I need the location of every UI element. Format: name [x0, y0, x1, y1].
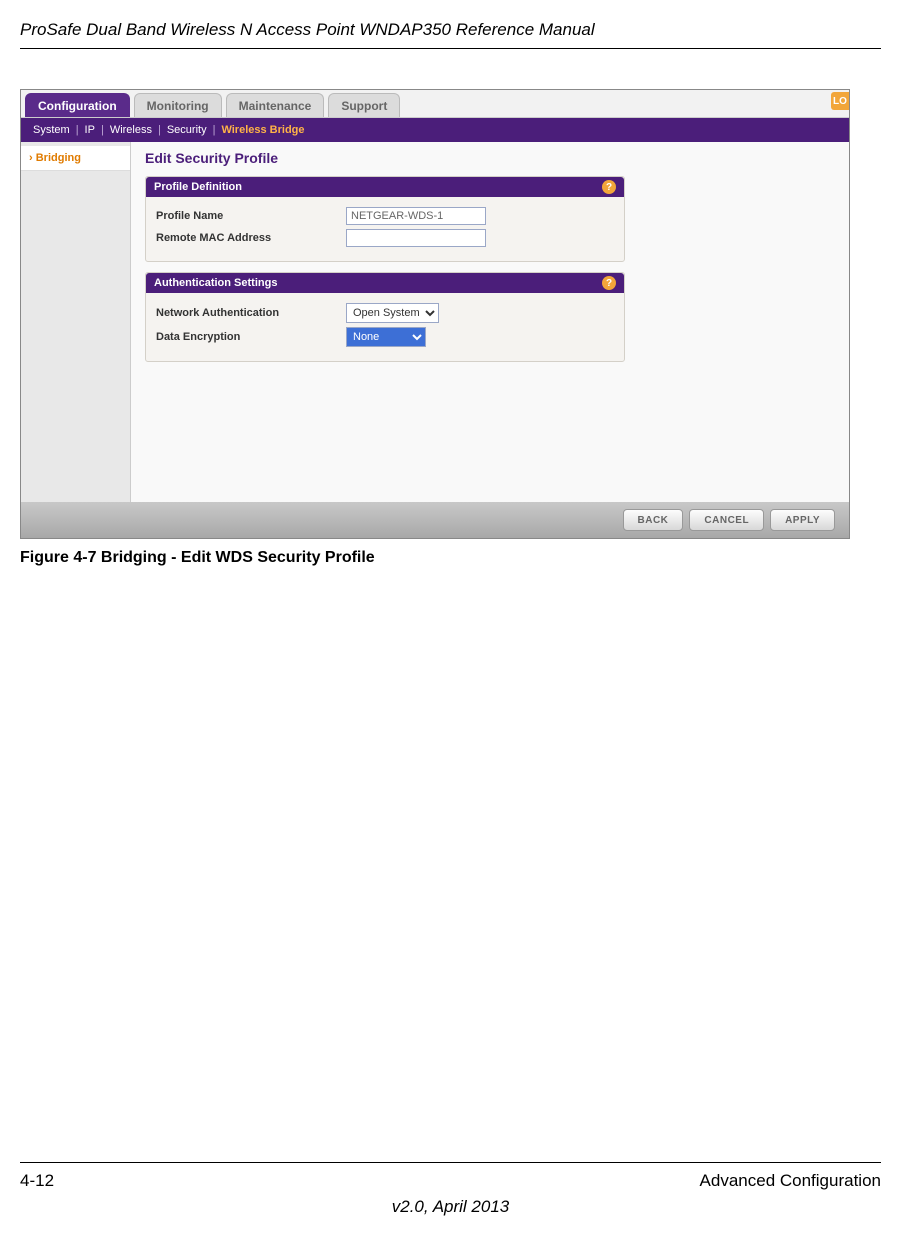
logout-badge[interactable]: LO [831, 92, 849, 110]
section-title: Profile Definition [154, 181, 242, 193]
section-body: Profile Name Remote MAC Address [146, 197, 624, 261]
input-remote-mac[interactable] [346, 229, 486, 247]
tab-support[interactable]: Support [328, 93, 400, 117]
input-profile-name[interactable] [346, 207, 486, 225]
separator: | [211, 124, 218, 136]
help-icon[interactable]: ? [602, 276, 616, 290]
help-icon[interactable]: ? [602, 180, 616, 194]
subnav-wireless[interactable]: Wireless [106, 124, 156, 136]
cancel-button[interactable]: CANCEL [689, 509, 764, 531]
section-body: Network Authentication Open System Data … [146, 293, 624, 361]
row-network-auth: Network Authentication Open System [156, 303, 614, 323]
content-row: › Bridging Edit Security Profile Profile… [21, 142, 849, 502]
panel-title: Edit Security Profile [145, 150, 835, 166]
sidebar-item-bridging[interactable]: › Bridging [21, 146, 130, 171]
label-data-encryption: Data Encryption [156, 331, 346, 343]
subnav-system[interactable]: System [29, 124, 74, 136]
subnav-wireless-bridge[interactable]: Wireless Bridge [217, 124, 308, 136]
apply-button[interactable]: APPLY [770, 509, 835, 531]
doc-title: ProSafe Dual Band Wireless N Access Poin… [20, 20, 881, 49]
figure-caption: Figure 4-7 Bridging - Edit WDS Security … [20, 549, 881, 567]
section-profile-definition: Profile Definition ? Profile Name Remote… [145, 176, 625, 262]
label-remote-mac: Remote MAC Address [156, 232, 346, 244]
row-data-encryption: Data Encryption None [156, 327, 614, 347]
tab-configuration[interactable]: Configuration [25, 93, 130, 117]
separator: | [74, 124, 81, 136]
back-button[interactable]: BACK [623, 509, 684, 531]
subnav-ip[interactable]: IP [81, 124, 99, 136]
tab-monitoring[interactable]: Monitoring [134, 93, 222, 117]
section-head-auth: Authentication Settings ? [146, 273, 624, 293]
screenshot-frame: Configuration Monitoring Maintenance Sup… [20, 89, 850, 539]
section-name: Advanced Configuration [700, 1171, 881, 1191]
subnav-security[interactable]: Security [163, 124, 211, 136]
select-network-auth[interactable]: Open System [346, 303, 439, 323]
label-profile-name: Profile Name [156, 210, 346, 222]
main-tabs-row: Configuration Monitoring Maintenance Sup… [21, 90, 849, 118]
separator: | [156, 124, 163, 136]
tab-maintenance[interactable]: Maintenance [226, 93, 325, 117]
page-footer: 4-12 Advanced Configuration v2.0, April … [20, 1162, 881, 1217]
section-title: Authentication Settings [154, 277, 277, 289]
footer-bar: BACK CANCEL APPLY [21, 502, 849, 538]
sidebar: › Bridging [21, 142, 131, 502]
separator: | [99, 124, 106, 136]
label-network-auth: Network Authentication [156, 307, 346, 319]
main-area: Edit Security Profile Profile Definition… [131, 142, 849, 502]
section-authentication-settings: Authentication Settings ? Network Authen… [145, 272, 625, 362]
footer-row-1: 4-12 Advanced Configuration [20, 1171, 881, 1191]
sub-nav: System| IP| Wireless| Security| Wireless… [21, 118, 849, 142]
row-remote-mac: Remote MAC Address [156, 229, 614, 247]
page-number: 4-12 [20, 1171, 54, 1191]
row-profile-name: Profile Name [156, 207, 614, 225]
section-head-profile-definition: Profile Definition ? [146, 177, 624, 197]
version-line: v2.0, April 2013 [20, 1197, 881, 1217]
select-data-encryption[interactable]: None [346, 327, 426, 347]
